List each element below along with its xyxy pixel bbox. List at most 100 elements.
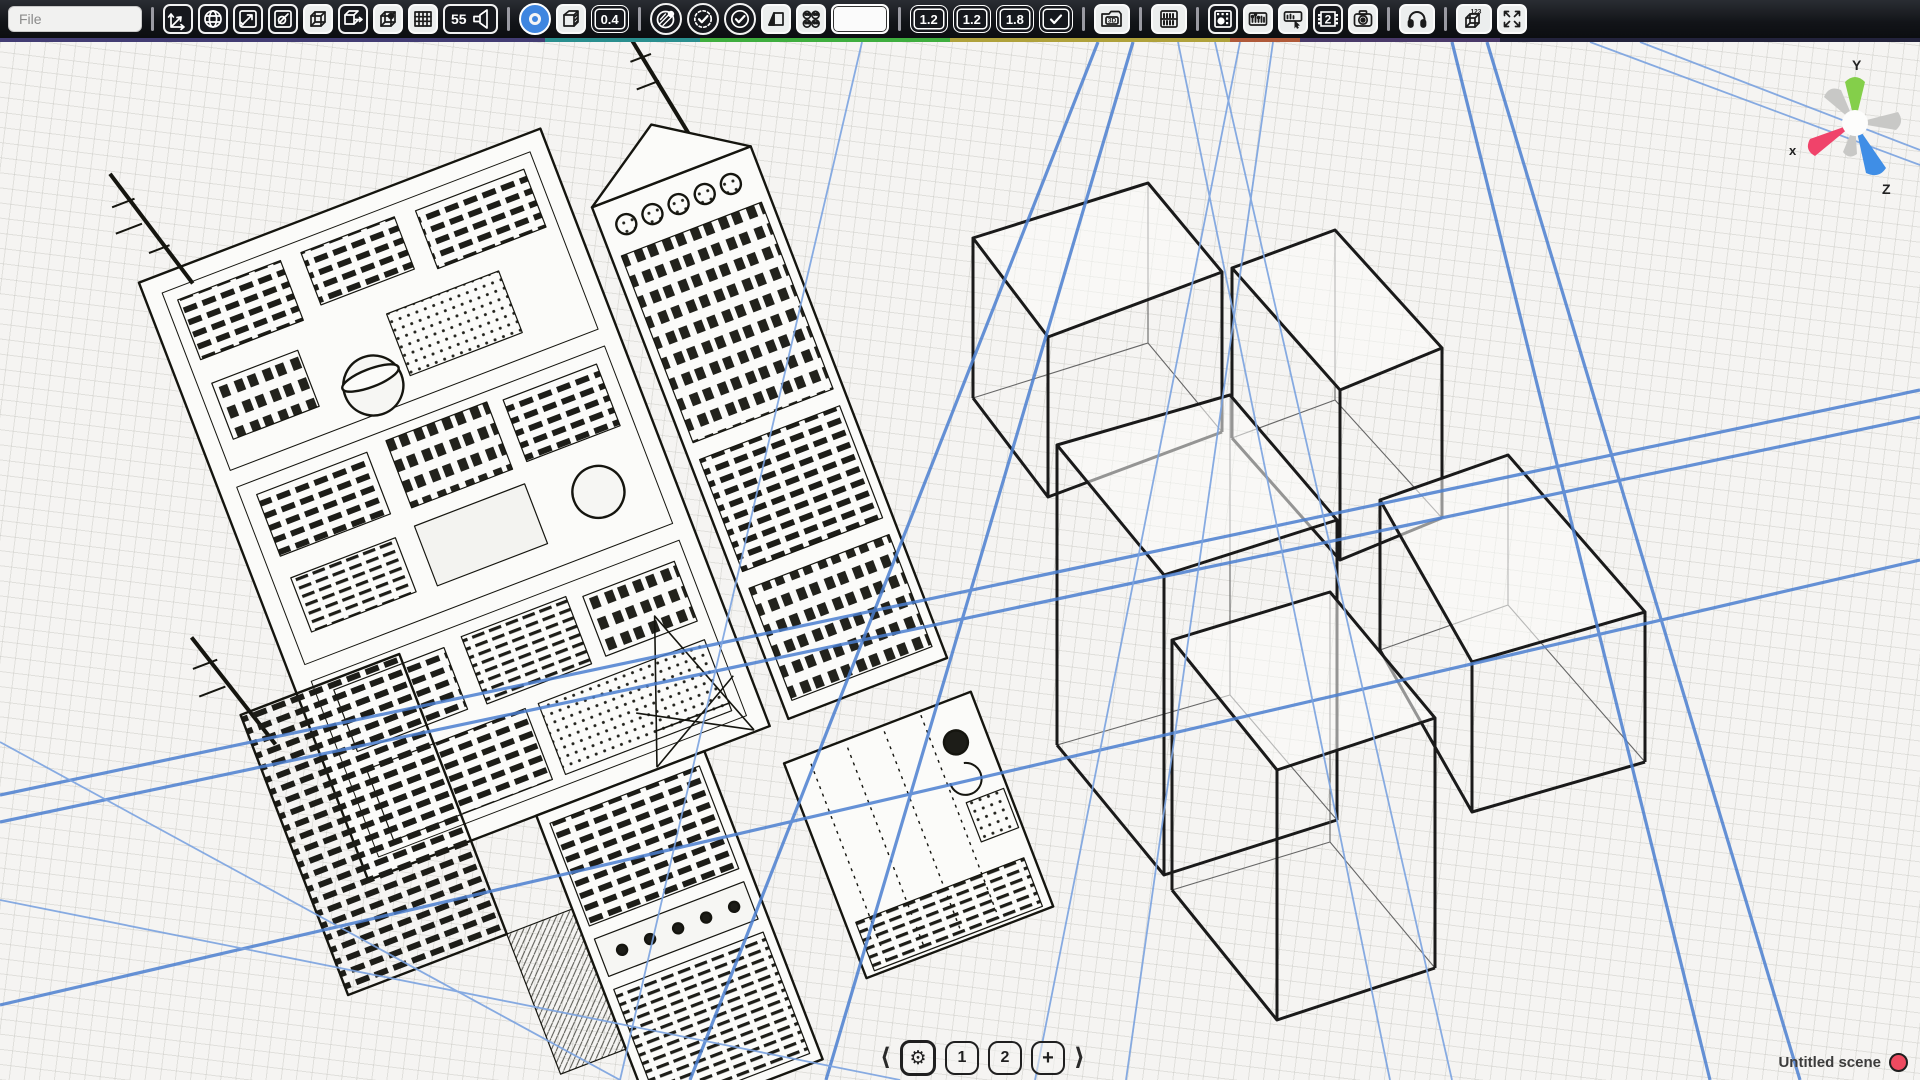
mode-color-strip xyxy=(0,38,1920,42)
cube-wireframe-icon xyxy=(306,7,330,31)
page-navigator: ⟨ ⚙ 1 2 + ⟩ xyxy=(880,1040,1085,1076)
page-1-label: 1 xyxy=(958,1049,967,1067)
value-1-label: 1.2 xyxy=(918,12,940,27)
move-diagonal-button[interactable] xyxy=(233,4,263,34)
cube-hatch-icon xyxy=(559,7,583,31)
outline-width-value[interactable]: 0.4 xyxy=(591,5,629,33)
gizmo-center xyxy=(1842,110,1868,136)
viewport-canvas[interactable]: Y x Z xyxy=(0,42,1920,1080)
page-2-label: 2 xyxy=(1001,1049,1010,1067)
sphere-dotted-check-icon xyxy=(691,7,715,31)
mixer-button[interactable] xyxy=(1243,4,1273,34)
dither-icon xyxy=(1211,7,1235,31)
lens-value: 55 xyxy=(451,11,467,27)
folder-3d-icon: 3D xyxy=(1099,7,1125,31)
status-bar: Untitled scene xyxy=(1778,1053,1908,1072)
camera-body-icon xyxy=(1351,7,1375,31)
file-menu-label: File xyxy=(19,11,42,27)
page-2-button[interactable]: 2 xyxy=(988,1041,1022,1075)
check-chip-button[interactable] xyxy=(1039,5,1073,33)
shelf-icon xyxy=(1157,7,1181,31)
cube-export-icon xyxy=(341,7,365,31)
sphere-dotted-check-button[interactable] xyxy=(687,3,719,35)
value-chip-2[interactable]: 1.2 xyxy=(953,5,991,33)
gear-icon: ⚙ xyxy=(909,1047,926,1070)
dither-button[interactable] xyxy=(1208,4,1238,34)
globe-button[interactable] xyxy=(198,4,228,34)
shelf-button[interactable] xyxy=(1151,4,1187,34)
grid-icon xyxy=(411,7,435,31)
file-menu-button[interactable]: File xyxy=(8,6,142,32)
check-icon xyxy=(1047,10,1065,28)
spheres-grid-button[interactable] xyxy=(796,4,826,34)
color-swatch[interactable] xyxy=(831,4,889,34)
value-chip-3[interactable]: 1.8 xyxy=(996,5,1034,33)
main-toolbar: File 55 0.4 xyxy=(0,0,1920,38)
axis-y-label: Y xyxy=(1852,57,1862,73)
add-page-icon: + xyxy=(1042,1047,1054,1070)
cube-hatch-button[interactable] xyxy=(556,4,586,34)
headphones-button[interactable] xyxy=(1399,4,1435,34)
check-circle-icon xyxy=(728,7,752,31)
cube-vertex-button[interactable] xyxy=(373,4,403,34)
toolbar-divider xyxy=(151,7,154,31)
cursor-panel-button[interactable] xyxy=(1278,4,1308,34)
folder-3d-button[interactable]: 3D xyxy=(1094,4,1130,34)
mixer-icon xyxy=(1246,7,1270,31)
frames-2-icon: 2 xyxy=(1316,7,1340,31)
frames-2-button[interactable]: 2 xyxy=(1313,4,1343,34)
cube-vertex-icon xyxy=(376,7,400,31)
move-diagonal-icon xyxy=(236,7,260,31)
expand-icon xyxy=(1500,7,1524,31)
cube-123-icon: 123 xyxy=(1461,7,1487,31)
prism-icon xyxy=(764,7,788,31)
cube-123-label: 123 xyxy=(1470,9,1481,16)
axis-x-label: x xyxy=(1789,143,1797,158)
axes-button[interactable] xyxy=(163,4,193,34)
target-button[interactable] xyxy=(519,3,551,35)
sphere-hatch-icon xyxy=(654,7,678,31)
camera-lens-button[interactable]: 55 xyxy=(443,4,498,34)
target-icon xyxy=(523,7,547,31)
crop-box-button[interactable] xyxy=(268,4,298,34)
prism-button[interactable] xyxy=(761,4,791,34)
toolbar-divider xyxy=(1444,7,1447,31)
toolbar-divider xyxy=(1139,7,1142,31)
toolbar-divider xyxy=(1387,7,1390,31)
sphere-hatch-button[interactable] xyxy=(650,3,682,35)
value-2-label: 1.2 xyxy=(961,12,983,27)
toolbar-divider xyxy=(638,7,641,31)
globe-icon xyxy=(201,7,225,31)
prev-page-arrow[interactable]: ⟨ xyxy=(880,1046,891,1070)
outline-width-label: 0.4 xyxy=(599,12,621,27)
add-page-button[interactable]: + xyxy=(1031,1041,1065,1075)
page-1-button[interactable]: 1 xyxy=(945,1041,979,1075)
axes-icon xyxy=(166,7,190,31)
scene-name-label: Untitled scene xyxy=(1778,1054,1881,1071)
cursor-panel-icon xyxy=(1281,7,1305,31)
camera-lens-icon xyxy=(470,7,490,31)
scene-drawing: Y x Z xyxy=(0,42,1920,1080)
city-illustration[interactable] xyxy=(13,42,1075,1080)
camera-body-button[interactable] xyxy=(1348,4,1378,34)
next-page-arrow[interactable]: ⟩ xyxy=(1074,1046,1085,1070)
frames-2-label: 2 xyxy=(1325,13,1332,27)
record-indicator[interactable] xyxy=(1889,1053,1908,1072)
cube-wireframe-button[interactable] xyxy=(303,4,333,34)
cube-123-button[interactable]: 123 xyxy=(1456,4,1492,34)
value-3-label: 1.8 xyxy=(1004,12,1026,27)
headphones-icon xyxy=(1405,7,1429,31)
folder-3d-label: 3D xyxy=(1108,18,1117,25)
settings-gear-button[interactable]: ⚙ xyxy=(900,1040,936,1076)
crop-box-icon xyxy=(271,7,295,31)
cube-export-button[interactable] xyxy=(338,4,368,34)
grid-button[interactable] xyxy=(408,4,438,34)
toolbar-divider xyxy=(1196,7,1199,31)
axis-gizmo[interactable]: Y x Z xyxy=(1789,57,1901,197)
check-circle-button[interactable] xyxy=(724,3,756,35)
expand-button[interactable] xyxy=(1497,4,1527,34)
spheres-grid-icon xyxy=(799,7,823,31)
axis-z-label: Z xyxy=(1882,181,1891,197)
toolbar-divider xyxy=(507,7,510,31)
value-chip-1[interactable]: 1.2 xyxy=(910,5,948,33)
